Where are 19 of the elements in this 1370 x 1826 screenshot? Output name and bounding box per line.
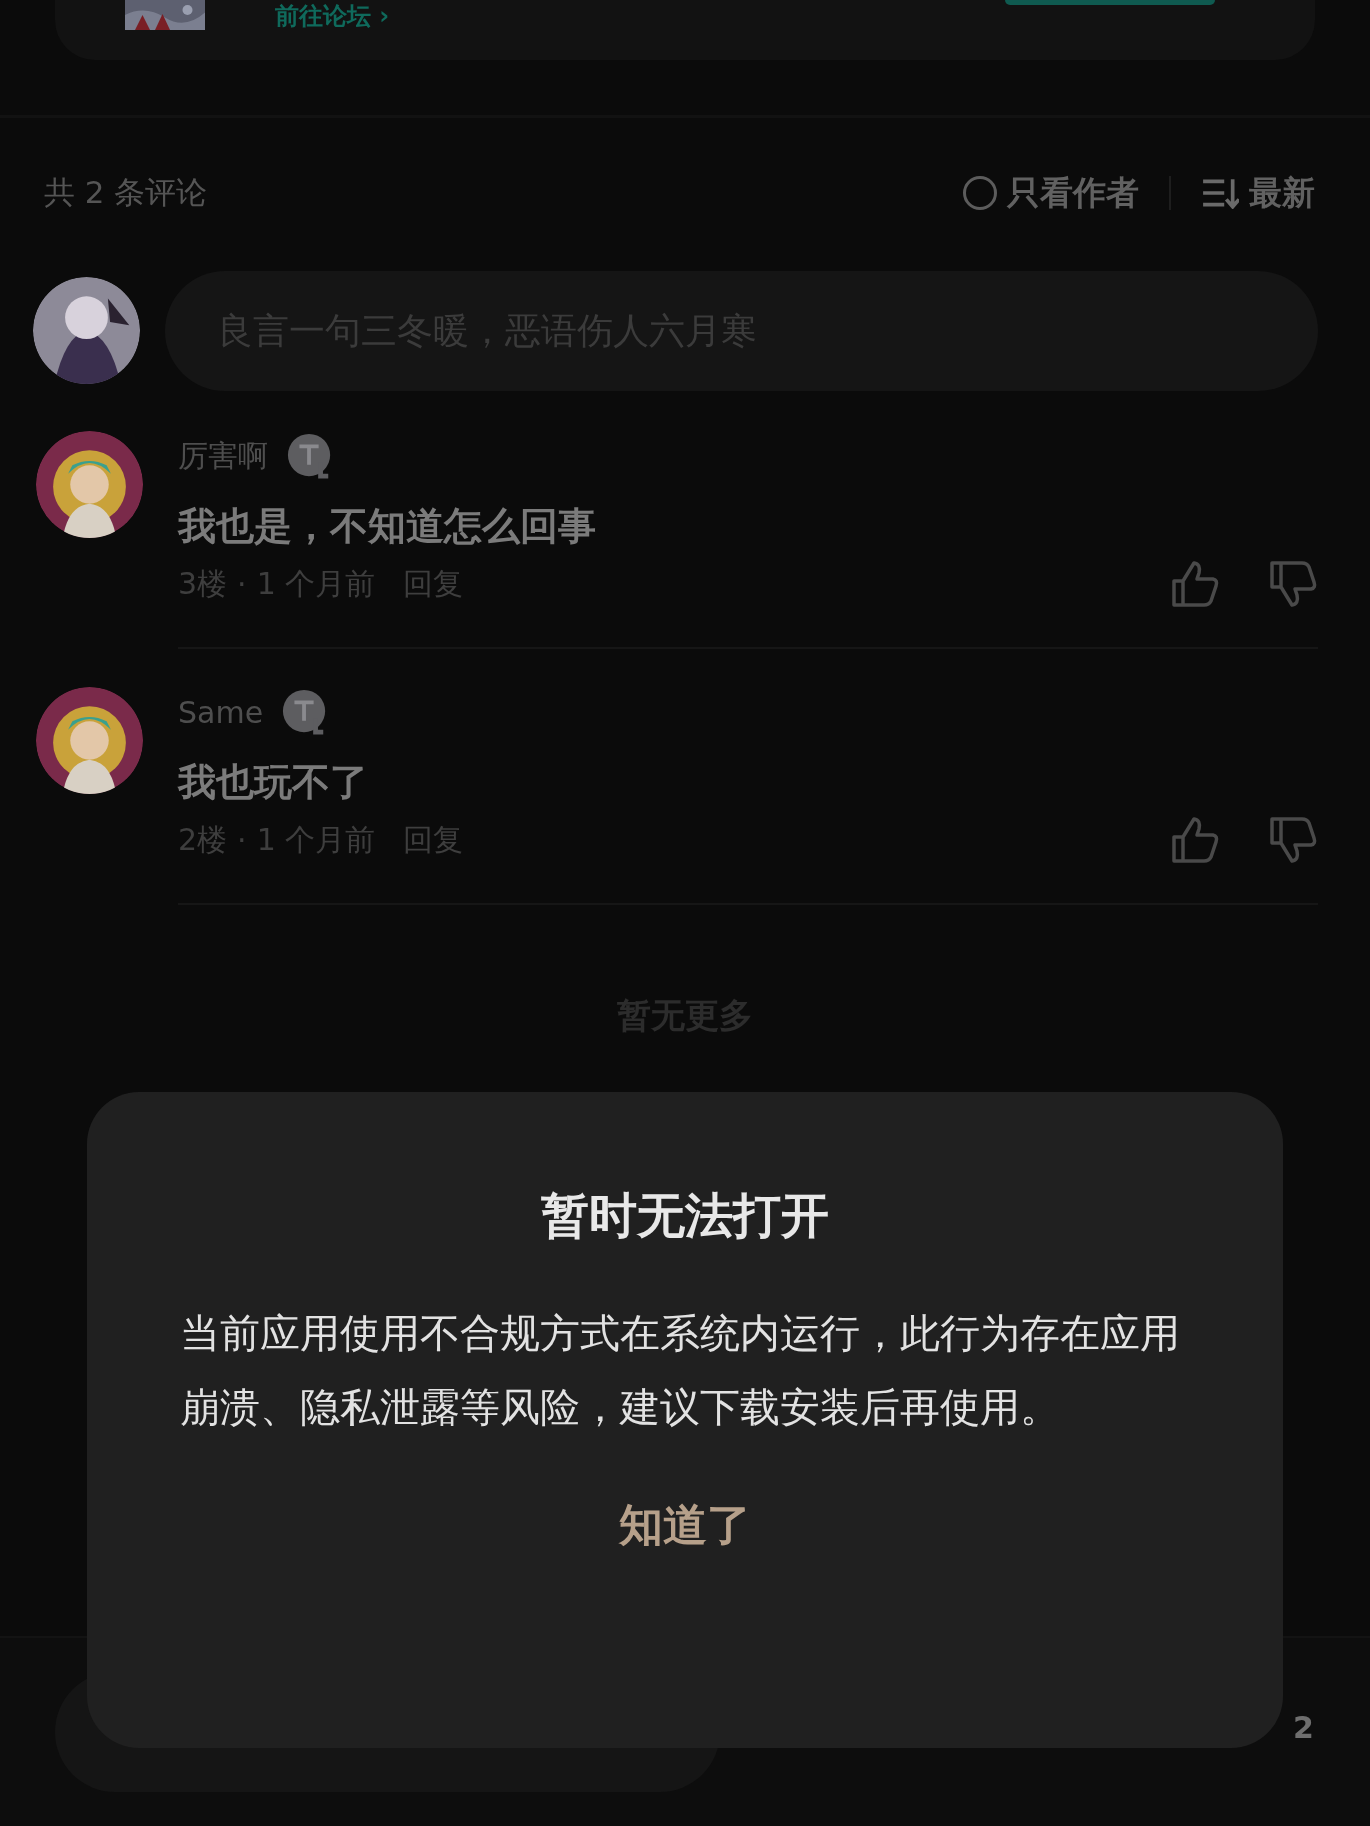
ok-button[interactable]: 知道了	[589, 1486, 781, 1565]
comment-count: 共 2 条评论	[44, 173, 208, 212]
thumbs-up-icon	[1170, 815, 1220, 865]
username[interactable]: 厉害啊	[178, 435, 268, 477]
dot-separator: ·	[237, 566, 247, 602]
author-only-toggle[interactable]: 只看作者	[963, 170, 1139, 216]
forum-link[interactable]: 前往论坛 ›	[275, 2, 390, 30]
thumbs-up-icon	[1170, 559, 1220, 609]
sort-icon	[1201, 177, 1239, 209]
username[interactable]: Same	[178, 694, 264, 730]
dot-separator: ·	[237, 822, 247, 858]
comment-count-label: 2	[1293, 1710, 1314, 1745]
dialog-message: 当前应用使用不合规方式在系统内运行，此行为存在应用崩溃、隐私泄露等风险，建议下载安装后再使用。	[180, 1309, 1181, 1432]
thumbs-down-icon	[1268, 559, 1318, 609]
thumbs-down-icon	[1268, 815, 1318, 865]
dialog-title: 暂时无法打开	[541, 1186, 829, 1245]
comment-text: 我也玩不了	[178, 759, 369, 806]
sort-button[interactable]: 最新	[1201, 170, 1315, 216]
comment-text: 我也是，不知道怎么回事	[178, 503, 597, 550]
